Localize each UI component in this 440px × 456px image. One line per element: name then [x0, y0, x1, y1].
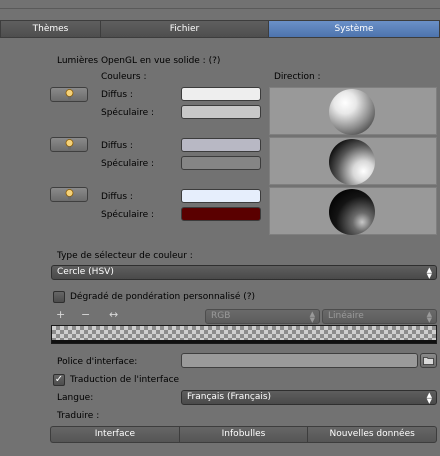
tab-system[interactable]: Système [268, 20, 440, 38]
light-3-diffuse-label: Diffus : [101, 192, 133, 202]
remove-stop-icon[interactable]: − [81, 308, 90, 321]
light-3-specular-label: Spéculaire : [101, 210, 155, 220]
colors-header: Couleurs : [101, 72, 147, 82]
light-1-diffuse-label: Diffus : [101, 90, 133, 100]
light-1-toggle-button[interactable] [50, 87, 88, 102]
light-2-specular-color[interactable] [181, 156, 261, 170]
opengl-lights-title: Lumières OpenGL en vue solide : (?) [57, 56, 221, 66]
header-strip [0, 8, 440, 20]
browse-font-button[interactable] [420, 353, 437, 368]
translate-interface-checkbox[interactable]: ✓ [53, 374, 65, 386]
light-2-direction-widget[interactable] [269, 137, 437, 185]
tab-file[interactable]: Fichier [100, 20, 268, 38]
light-1-direction-sphere[interactable] [329, 89, 375, 135]
up-down-arrows-icon: ▲ ▼ [309, 310, 315, 324]
light-2-specular-label: Spéculaire : [101, 159, 155, 169]
translate-new-data-button[interactable]: Nouvelles données [307, 426, 438, 443]
ramp-interpolation-value: Linéaire [328, 311, 364, 321]
custom-weight-ramp-label: Dégradé de pondération personnalisé (?) [70, 292, 256, 302]
preferences-tabs: Thèmes Fichier Système [0, 20, 440, 38]
light-2-toggle-button[interactable] [50, 137, 88, 152]
flip-ramp-icon[interactable]: ↔ [109, 308, 118, 321]
ramp-color-mode-value: RGB [211, 311, 231, 321]
language-value: Français (Français) [187, 392, 272, 402]
language-label: Langue: [57, 393, 94, 403]
color-picker-label: Type de sélecteur de couleur : [57, 251, 193, 261]
weight-color-ramp[interactable] [51, 325, 437, 344]
translate-interface-label: Traduction de l'interface [70, 375, 180, 385]
light-2-diffuse-color[interactable] [181, 138, 261, 152]
light-1-specular-label: Spéculaire : [101, 108, 155, 118]
light-2-direction-sphere[interactable] [329, 139, 375, 185]
up-down-arrows-icon: ▲ ▼ [426, 391, 432, 405]
custom-weight-ramp-checkbox[interactable] [53, 291, 65, 303]
light-3-diffuse-color[interactable] [181, 189, 261, 203]
lamp-icon [65, 139, 73, 150]
direction-header: Direction : [274, 72, 321, 82]
up-down-arrows-icon: ▲ ▼ [426, 266, 432, 280]
light-3-direction-widget[interactable] [269, 187, 437, 235]
color-picker-dropdown[interactable]: Cercle (HSV) ▲ ▼ [51, 265, 437, 280]
light-2-diffuse-label: Diffus : [101, 141, 133, 151]
lamp-icon [65, 89, 73, 100]
color-picker-value: Cercle (HSV) [57, 267, 114, 277]
language-dropdown[interactable]: Français (Français) ▲ ▼ [181, 390, 437, 405]
lamp-icon [65, 189, 73, 200]
tab-themes[interactable]: Thèmes [0, 20, 100, 38]
up-down-arrows-icon: ▲ ▼ [426, 310, 432, 324]
interface-font-field[interactable] [181, 353, 418, 368]
light-1-direction-widget[interactable] [269, 87, 437, 135]
translate-label: Traduire : [57, 411, 100, 421]
light-3-toggle-button[interactable] [50, 187, 88, 202]
translate-options: Interface Infobulles Nouvelles données [50, 426, 438, 443]
ramp-interpolation-dropdown[interactable]: Linéaire ▲ ▼ [322, 309, 437, 324]
add-stop-icon[interactable]: + [56, 308, 65, 321]
light-1-specular-color[interactable] [181, 105, 261, 119]
folder-icon [423, 357, 434, 365]
ramp-color-mode-dropdown[interactable]: RGB ▲ ▼ [205, 309, 320, 324]
light-3-specular-color[interactable] [181, 207, 261, 221]
translate-interface-button[interactable]: Interface [50, 426, 179, 443]
interface-font-label: Police d'interface: [57, 357, 138, 367]
translate-tooltips-button[interactable]: Infobulles [178, 426, 308, 443]
light-3-direction-sphere[interactable] [329, 189, 375, 235]
color-ramp-gradient-bar [52, 340, 436, 343]
light-1-diffuse-color[interactable] [181, 87, 261, 101]
